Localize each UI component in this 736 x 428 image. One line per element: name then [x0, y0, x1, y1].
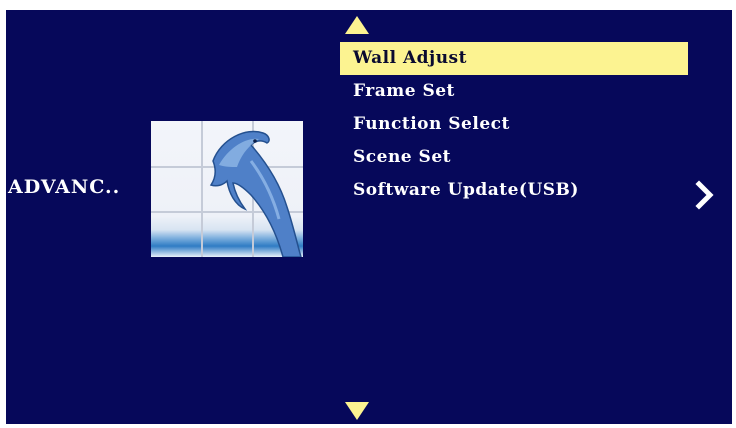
- category-label: ADVANC..: [8, 176, 121, 198]
- menu-item-software-update[interactable]: Software Update(USB): [340, 174, 688, 207]
- dolphin-image-icon: [151, 121, 303, 257]
- menu-item-frame-set[interactable]: Frame Set: [340, 75, 688, 108]
- menu-item-scene-set[interactable]: Scene Set: [340, 141, 688, 174]
- chevron-right-icon[interactable]: [694, 180, 716, 210]
- menu-item-function-select[interactable]: Function Select: [340, 108, 688, 141]
- osd-menu-screen: ADVANC.. Wall Adjust Frame Set Function …: [6, 10, 732, 424]
- scroll-down-arrow-icon[interactable]: [345, 402, 369, 420]
- scroll-up-arrow-icon[interactable]: [345, 16, 369, 34]
- settings-menu: Wall Adjust Frame Set Function Select Sc…: [340, 42, 688, 207]
- menu-item-wall-adjust[interactable]: Wall Adjust: [340, 42, 688, 75]
